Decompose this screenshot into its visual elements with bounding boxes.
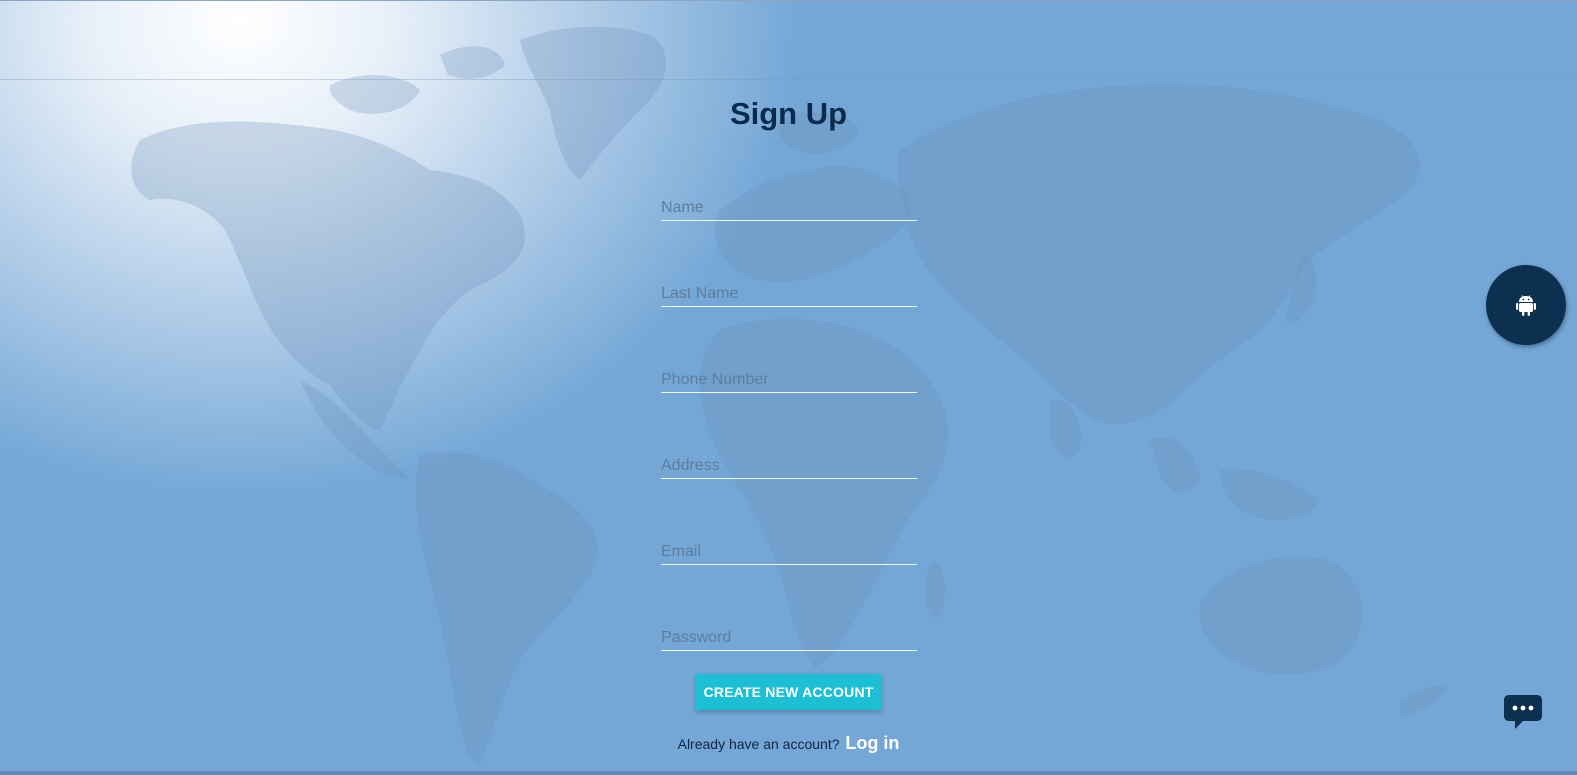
signup-page: Sign Up CREATE NEW ACCOUNT Already have … xyxy=(0,0,1577,775)
android-icon xyxy=(1516,295,1536,316)
email-input[interactable] xyxy=(661,543,917,561)
last-name-input[interactable] xyxy=(661,285,917,303)
email-field xyxy=(661,528,917,565)
login-link[interactable]: Log in xyxy=(845,733,899,753)
create-account-button[interactable]: CREATE NEW ACCOUNT xyxy=(696,674,881,710)
password-input[interactable] xyxy=(661,629,917,647)
chat-icon[interactable] xyxy=(1503,693,1543,731)
last-name-field xyxy=(661,270,917,307)
name-input[interactable] xyxy=(661,199,917,217)
header-divider xyxy=(0,79,1577,80)
address-field xyxy=(661,442,917,479)
address-input[interactable] xyxy=(661,457,917,475)
top-border xyxy=(0,0,1577,1)
phone-number-input[interactable] xyxy=(661,371,917,389)
bottom-border xyxy=(0,771,1577,775)
login-prompt-row: Already have an account? Log in xyxy=(0,733,1577,754)
name-field xyxy=(661,184,917,221)
android-app-button[interactable] xyxy=(1486,265,1566,345)
password-field xyxy=(661,614,917,651)
phone-number-field xyxy=(661,356,917,393)
login-prompt-text: Already have an account? xyxy=(677,736,840,752)
page-title: Sign Up xyxy=(729,96,848,131)
